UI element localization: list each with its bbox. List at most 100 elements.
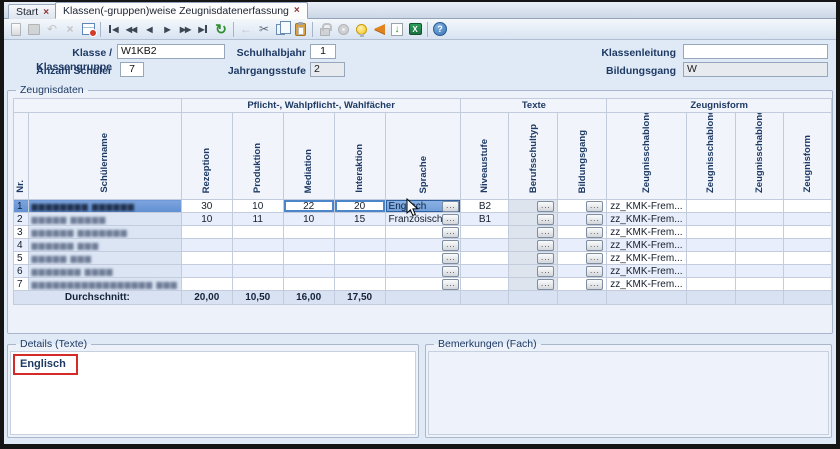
bildungsgang-cell[interactable]: ...	[558, 239, 607, 252]
produktion-cell[interactable]	[232, 265, 283, 278]
bildungsgang-cell[interactable]: ...	[558, 278, 607, 291]
interaktion-cell[interactable]	[334, 278, 385, 291]
student-name-cell[interactable]: ▆▆▆▆▆ ▆▆▆	[28, 252, 181, 265]
niveaustufe-cell[interactable]	[461, 226, 509, 239]
rezeption-cell[interactable]	[181, 265, 232, 278]
anzahl-schueler-input[interactable]: 7	[120, 62, 144, 77]
bildungsgang-ellipsis-button[interactable]: ...	[586, 227, 603, 238]
hint-bulb-icon[interactable]	[352, 21, 370, 38]
mediation-cell[interactable]	[283, 226, 334, 239]
bildungsgang-cell[interactable]: ...	[558, 226, 607, 239]
row-number[interactable]: 6	[14, 265, 29, 278]
visibility-icon[interactable]	[334, 21, 352, 38]
student-name-cell[interactable]: ▆▆▆▆▆▆▆▆▆▆▆▆▆▆▆▆▆ ▆▆▆	[28, 278, 181, 291]
zeugnisschablone1-cell[interactable]: zz_KMK-Frem...	[607, 239, 686, 252]
details-texte-area[interactable]: Englisch	[10, 351, 416, 435]
berufsschultyp-cell[interactable]: ...	[509, 226, 558, 239]
rezeption-cell[interactable]	[181, 252, 232, 265]
rezeption-cell[interactable]: 30	[181, 200, 232, 213]
row-number[interactable]: 4	[14, 239, 29, 252]
bildungsgang-cell[interactable]: ...	[558, 265, 607, 278]
zeugnisschablone1-cell[interactable]: zz_KMK-Frem...	[607, 252, 686, 265]
berufsschultyp-cell[interactable]: ...	[509, 239, 558, 252]
student-name-cell[interactable]: ▆▆▆▆▆▆▆▆ ▆▆▆▆▆▆	[28, 200, 181, 213]
niveaustufe-cell[interactable]	[461, 278, 509, 291]
interaktion-cell[interactable]: 20	[334, 200, 385, 213]
zeugnisform-cell[interactable]	[783, 278, 831, 291]
tab-main-close-icon[interactable]: ×	[294, 5, 300, 16]
mediation-cell[interactable]: 10	[283, 213, 334, 226]
bildungsgang-ellipsis-button[interactable]: ...	[586, 279, 603, 290]
zeugnisform-cell[interactable]	[783, 200, 831, 213]
row-number[interactable]: 5	[14, 252, 29, 265]
fast-prev-icon[interactable]: ◀◀	[122, 21, 140, 38]
bildungsgang-cell[interactable]: ...	[558, 213, 607, 226]
student-name-cell[interactable]: ▆▆▆▆▆▆ ▆▆▆▆▆▆▆	[28, 226, 181, 239]
sprache-cell[interactable]: ...	[385, 278, 461, 291]
edit-form-icon[interactable]	[79, 21, 97, 38]
zeugnisschablone2-cell[interactable]	[686, 200, 735, 213]
lock-icon[interactable]	[316, 21, 334, 38]
tab-start-close-icon[interactable]: ×	[43, 7, 49, 18]
interaktion-cell[interactable]	[334, 226, 385, 239]
niveaustufe-cell[interactable]: B2	[461, 200, 509, 213]
mediation-cell[interactable]	[283, 239, 334, 252]
niveaustufe-cell[interactable]: B1	[461, 213, 509, 226]
bildungsgang-cell[interactable]: ...	[558, 252, 607, 265]
niveaustufe-cell[interactable]	[461, 252, 509, 265]
row-number[interactable]: 2	[14, 213, 29, 226]
interaktion-cell[interactable]	[334, 252, 385, 265]
berufsschultyp-ellipsis-button[interactable]: ...	[537, 253, 554, 264]
back-arrow-icon[interactable]: ←	[237, 21, 255, 38]
zeugnisschablone2-cell[interactable]	[686, 278, 735, 291]
zeugnisschablone1-cell[interactable]: zz_KMK-Frem...	[607, 226, 686, 239]
produktion-cell[interactable]	[232, 252, 283, 265]
berufsschultyp-cell[interactable]: ...	[509, 252, 558, 265]
produktion-cell[interactable]	[232, 278, 283, 291]
bildungsgang-cell[interactable]: ...	[558, 200, 607, 213]
zeugnisschablone1-cell[interactable]: zz_KMK-Frem...	[607, 213, 686, 226]
klassenleitung-input[interactable]	[683, 44, 828, 59]
zeugnisschablone3-cell[interactable]	[735, 226, 783, 239]
bildungsgang-ellipsis-button[interactable]: ...	[586, 266, 603, 277]
zeugnisform-cell[interactable]	[783, 213, 831, 226]
berufsschultyp-ellipsis-button[interactable]: ...	[537, 227, 554, 238]
sprache-cell[interactable]: ...	[385, 252, 461, 265]
tab-zeugnisdatenerfassung[interactable]: Klassen(-gruppen)weise Zeugnisdatenerfas…	[55, 2, 308, 19]
tab-start[interactable]: Start ×	[8, 4, 57, 19]
row-number[interactable]: 7	[14, 278, 29, 291]
mediation-cell[interactable]	[283, 278, 334, 291]
zeugnisschablone2-cell[interactable]	[686, 239, 735, 252]
rezeption-cell[interactable]	[181, 239, 232, 252]
zeugnisform-cell[interactable]	[783, 252, 831, 265]
zeugnisschablone3-cell[interactable]	[735, 239, 783, 252]
row-number[interactable]: 3	[14, 226, 29, 239]
prev-record-icon[interactable]: ◀	[140, 21, 158, 38]
zeugnisschablone3-cell[interactable]	[735, 278, 783, 291]
announce-horn-icon[interactable]	[370, 21, 388, 38]
undo-icon[interactable]: ↶	[43, 21, 61, 38]
save-icon[interactable]	[25, 21, 43, 38]
zeugnisschablone1-cell[interactable]: zz_KMK-Frem...	[607, 200, 686, 213]
sprache-ellipsis-button[interactable]: ...	[442, 240, 459, 251]
berufsschultyp-ellipsis-button[interactable]: ...	[537, 240, 554, 251]
cut-icon[interactable]: ✂	[255, 21, 273, 38]
sprache-ellipsis-button[interactable]: ...	[442, 201, 459, 212]
mediation-cell[interactable]: 22	[283, 200, 334, 213]
zeugnisschablone1-cell[interactable]: zz_KMK-Frem...	[607, 265, 686, 278]
zeugnisschablone3-cell[interactable]	[735, 252, 783, 265]
berufsschultyp-cell[interactable]: ...	[509, 213, 558, 226]
zeugnisschablone2-cell[interactable]	[686, 213, 735, 226]
produktion-cell[interactable]	[232, 239, 283, 252]
export-download-icon[interactable]: ↓	[388, 21, 406, 38]
first-record-icon[interactable]: ◀	[104, 21, 122, 38]
sprache-cell[interactable]: ...	[385, 239, 461, 252]
sprache-ellipsis-button[interactable]: ...	[442, 266, 459, 277]
zeugnisschablone3-cell[interactable]	[735, 200, 783, 213]
bildungsgang-ellipsis-button[interactable]: ...	[586, 253, 603, 264]
zeugnisschablone2-cell[interactable]	[686, 252, 735, 265]
schulhalbjahr-input[interactable]: 1	[310, 44, 336, 59]
excel-export-icon[interactable]: X	[406, 21, 424, 38]
produktion-cell[interactable]	[232, 226, 283, 239]
bildungsgang-ellipsis-button[interactable]: ...	[586, 201, 603, 212]
